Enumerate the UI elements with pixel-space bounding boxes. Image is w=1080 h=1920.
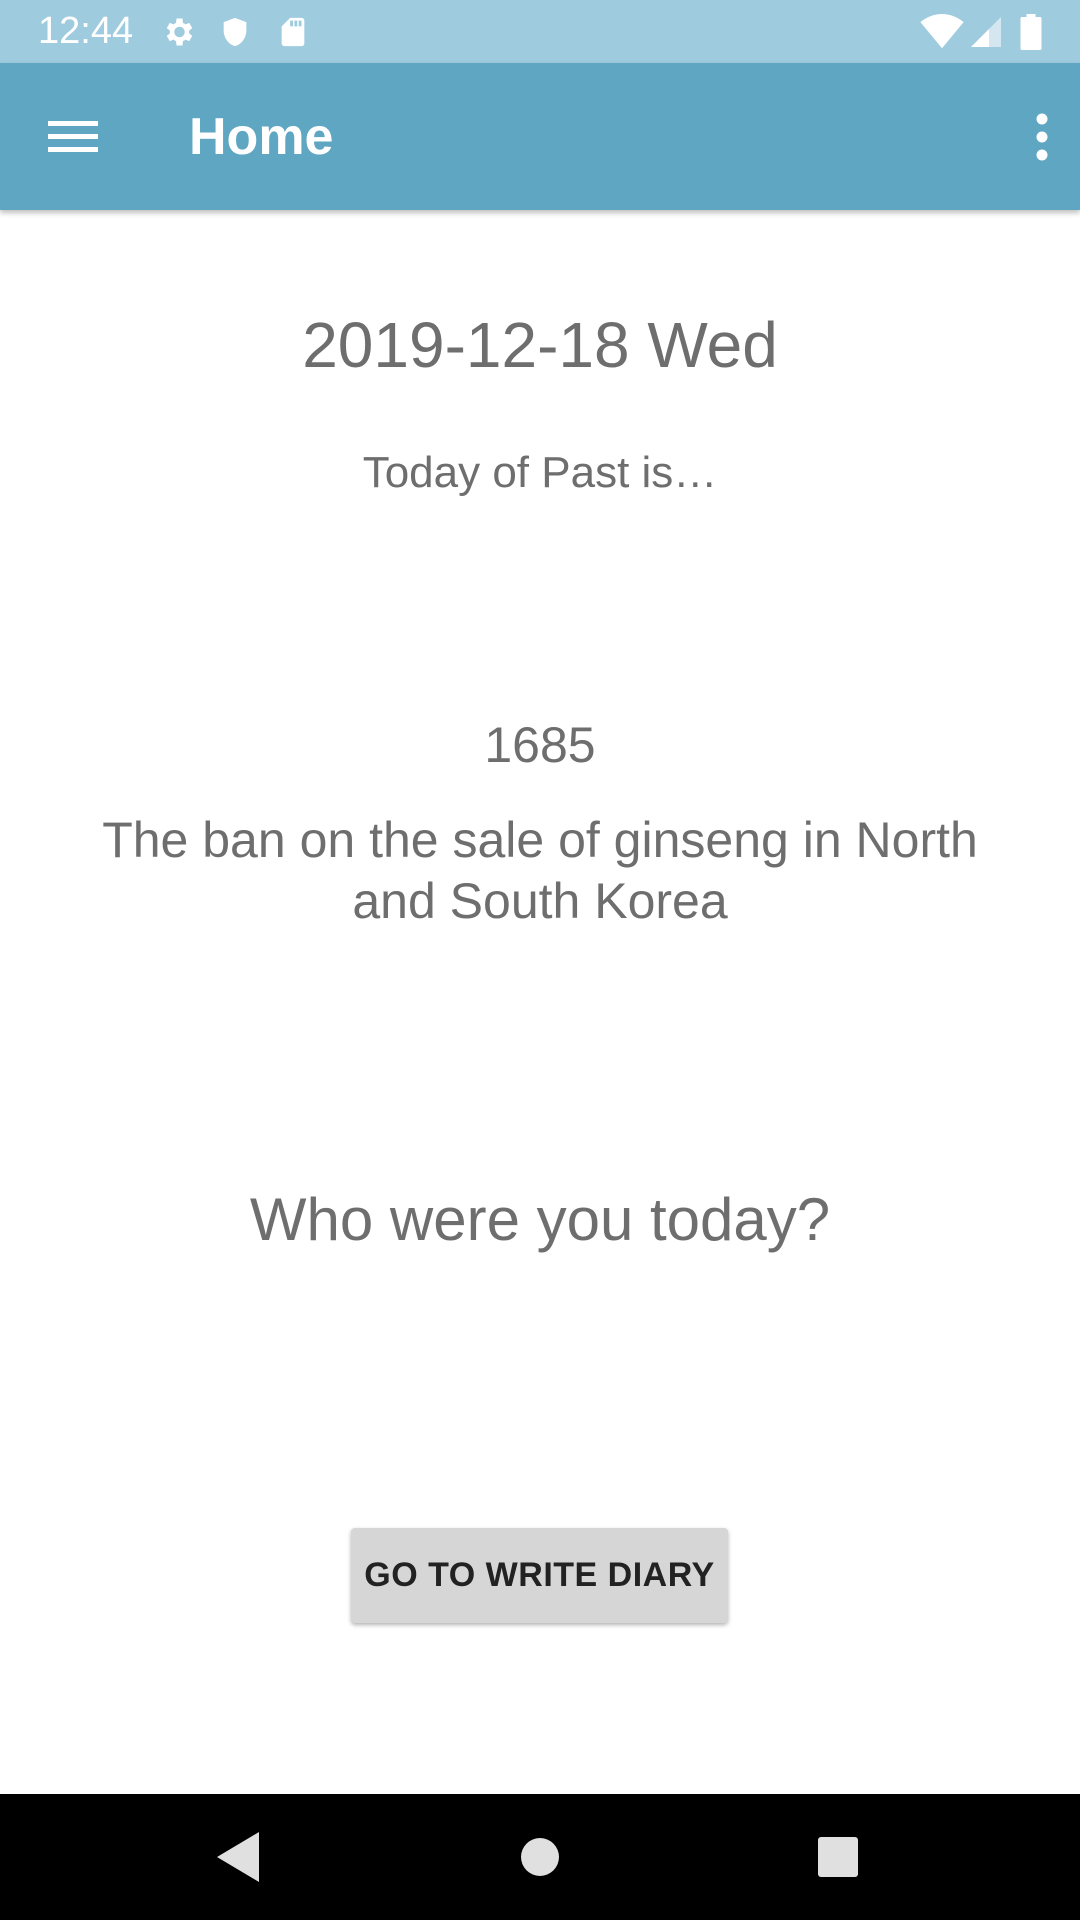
date-label: 2019-12-18 Wed <box>302 309 778 381</box>
event-year: 1685 <box>484 717 596 773</box>
question-label: Who were you today? <box>249 1186 831 1253</box>
more-vert-icon <box>1036 113 1048 161</box>
go-to-write-diary-button[interactable]: GO TO WRITE DIARY <box>351 1528 728 1623</box>
today-of-past-label: Today of Past is… <box>362 448 718 497</box>
home-icon[interactable] <box>505 1824 575 1890</box>
back-icon[interactable] <box>203 1824 273 1890</box>
navigation-bar <box>0 1794 1080 1920</box>
settings-icon <box>166 18 193 46</box>
shield-icon <box>223 17 247 47</box>
sd-card-icon <box>281 17 305 47</box>
status-time: 12:44 <box>38 10 134 52</box>
menu-button[interactable] <box>30 101 115 173</box>
cellular-signal-icon <box>971 17 1001 47</box>
event-description: The ban on the sale of ginseng in North … <box>102 812 978 929</box>
status-bar: 12:44 <box>0 0 1080 63</box>
hamburger-menu-icon <box>48 121 98 152</box>
overflow-menu-button[interactable] <box>1000 101 1060 173</box>
recents-icon[interactable] <box>803 1824 873 1890</box>
battery-icon <box>1020 14 1042 50</box>
wifi-icon <box>920 14 964 49</box>
app-bar: Home <box>0 63 1080 210</box>
page-title: Home <box>189 108 334 166</box>
